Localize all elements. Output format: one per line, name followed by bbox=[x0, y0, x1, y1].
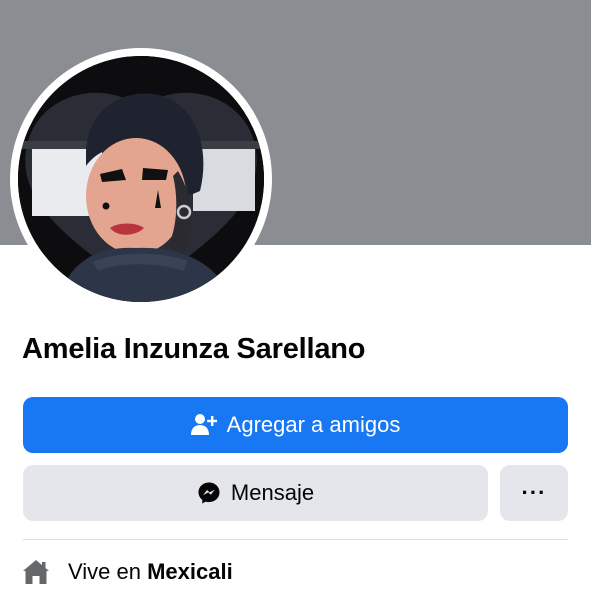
more-icon: ··· bbox=[521, 480, 547, 505]
add-friend-label: Agregar a amigos bbox=[226, 412, 401, 437]
avatar[interactable] bbox=[18, 56, 264, 302]
divider bbox=[23, 539, 568, 540]
add-friend-button[interactable]: Agregar a amigos bbox=[23, 397, 568, 453]
profile-photo bbox=[18, 56, 264, 302]
profile-page: Amelia Inzunza Sarellano Agregar a amigo… bbox=[0, 0, 591, 598]
lives-in-city[interactable]: Mexicali bbox=[147, 559, 233, 584]
messenger-icon bbox=[197, 481, 221, 505]
add-friend-icon bbox=[190, 413, 217, 437]
profile-name: Amelia Inzunza Sarellano bbox=[22, 333, 366, 365]
more-options-button[interactable]: ··· bbox=[500, 465, 568, 521]
lives-in-row: Vive en Mexicali bbox=[22, 555, 233, 589]
lives-in-prefix: Vive en bbox=[68, 559, 141, 584]
home-icon bbox=[22, 559, 50, 585]
message-button[interactable]: Mensaje bbox=[23, 465, 488, 521]
message-label: Mensaje bbox=[230, 480, 315, 505]
lives-in-text: Vive en Mexicali bbox=[68, 559, 233, 585]
